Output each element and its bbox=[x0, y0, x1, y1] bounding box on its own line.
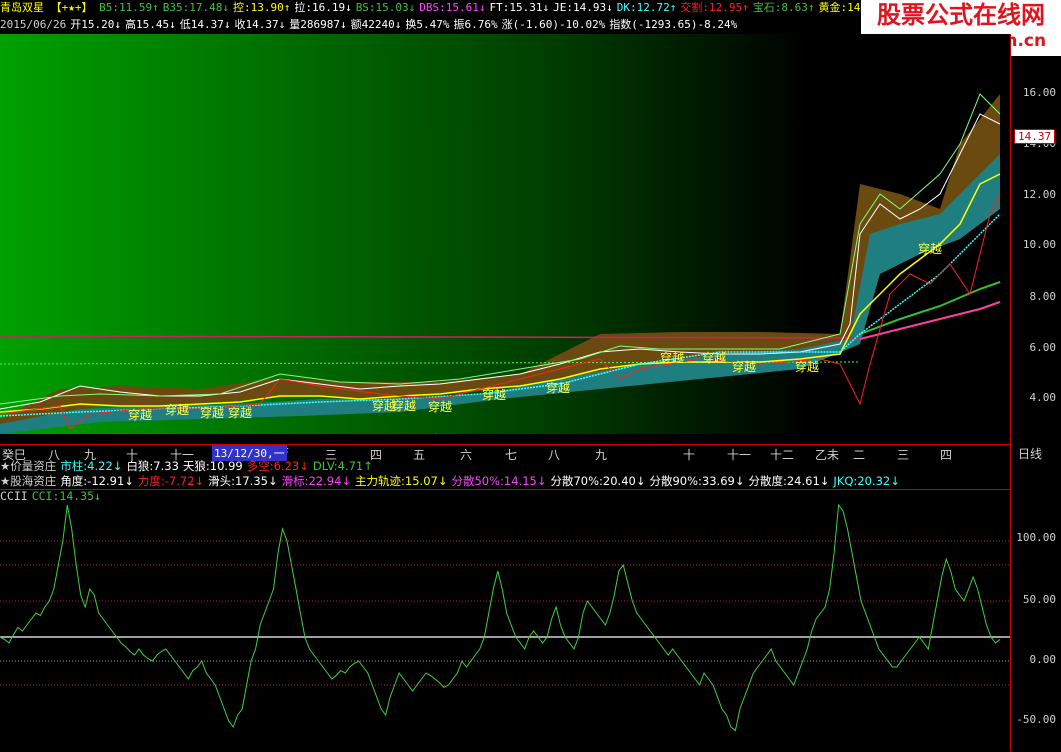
crossover-label-12: 穿越 bbox=[795, 359, 819, 374]
ind1-item-3: 天狼:10.99 bbox=[182, 459, 243, 473]
ohlc-item-3: 低14.37↓ bbox=[179, 18, 231, 31]
date-label-8: 五 bbox=[413, 448, 426, 462]
crossover-label-10: 穿越 bbox=[702, 350, 726, 365]
header-item-2: 控:13.90↑ bbox=[232, 1, 291, 14]
crossover-label-5: 穿越 bbox=[392, 398, 416, 413]
date-label-17: 二 bbox=[853, 448, 866, 462]
ind2-item-8: 分散90%:33.69↓ bbox=[649, 474, 745, 488]
cci-label-2: 0.00 bbox=[1029, 653, 1057, 666]
ind1-item-4: 多空:6.23↓ bbox=[246, 459, 309, 473]
ind2-item-5: 主力轨迹:15.07↓ bbox=[355, 474, 448, 488]
crossover-label-11: 穿越 bbox=[732, 359, 756, 374]
stock-header-line1: 青岛双星 【+★+】 B5:11.59↑ B35:17.48↓ 控:13.90↑ 拉:… bbox=[0, 0, 860, 16]
header-item-10: 宝石:8.63↑ bbox=[752, 1, 815, 14]
header-item-5: DBS:15.61↓ bbox=[419, 1, 486, 14]
price-label-5: 6.00 bbox=[1029, 341, 1057, 354]
ohlc-item-4: 收14.37↓ bbox=[234, 18, 286, 31]
stock-star-marker: 【+★+】 bbox=[50, 1, 93, 14]
cci-label-0: 100.00 bbox=[1016, 531, 1056, 544]
date-label-18: 三 bbox=[897, 448, 910, 462]
ohlc-item-6: 额42240↓ bbox=[350, 18, 402, 31]
date-label-15: 十二 bbox=[770, 448, 795, 462]
stock-title: 青岛双星 bbox=[0, 1, 44, 14]
stock-header-line2: 2015/06/26 开15.20↓ 高15.45↓ 低14.37↓ 收14.37↓ 量2… bbox=[0, 17, 860, 33]
indicator-line-1: ★价量资庄 市柱:4.22↓ 白狼:7.33 天狼:10.99 多空:6.23↓ DLV:… bbox=[0, 459, 377, 474]
date-label-13: 十 bbox=[683, 448, 696, 462]
ohlc-item-5: 量286987↓ bbox=[289, 18, 347, 31]
cci-gridlines bbox=[0, 540, 1010, 686]
ind2-item-4: 滑标:22.94↓ bbox=[281, 474, 352, 488]
ind2-item-10: JKQ:20.32↓ bbox=[833, 474, 900, 488]
ohlc-item-2: 高15.45↓ bbox=[124, 18, 176, 31]
ohlc-values: 2015/06/26 开15.20↓ 高15.45↓ 低14.37↓ 收14.37↓ 量2… bbox=[0, 18, 741, 31]
price-label-2: 12.00 bbox=[1022, 188, 1056, 201]
period-tab-daily[interactable]: 日线 bbox=[1018, 445, 1042, 462]
cci-line bbox=[0, 503, 1001, 732]
watermark-title: 股票公式在线网 bbox=[877, 1, 1045, 29]
crossover-label-3: 穿越 bbox=[228, 405, 252, 420]
crossover-label-2: 穿越 bbox=[200, 405, 224, 420]
ohlc-item-8: 振6.76% bbox=[453, 18, 498, 31]
date-label-19: 四 bbox=[940, 448, 953, 462]
ohlc-item-1: 开15.20↓ bbox=[70, 18, 121, 31]
cci-label-1: 50.00 bbox=[1022, 593, 1056, 606]
ind1-item-1: 市柱:4.22↓ bbox=[60, 459, 123, 473]
date-label-10: 七 bbox=[505, 448, 518, 462]
axis-divider bbox=[1010, 34, 1011, 751]
price-label-4: 8.00 bbox=[1029, 290, 1057, 303]
header-item-4: BS:15.03↓ bbox=[355, 1, 416, 14]
header-item-7: JE:14.93↓ bbox=[553, 1, 613, 14]
ind2-item-3: 滑头:17.35↓ bbox=[208, 474, 278, 488]
header-indicator-values: B5:11.59↑ B35:17.48↓ 控:13.90↑ 拉:16.19↓ BS:15… bbox=[99, 1, 860, 14]
ohlc-item-9: 涨(-1.60)-10.02% bbox=[501, 18, 606, 31]
crossover-label-8: 穿越 bbox=[546, 380, 570, 395]
crossover-label-7: 穿越 bbox=[482, 387, 506, 402]
header-item-11: 黄金:14 bbox=[818, 1, 860, 14]
ind2-item-0: ★股海资庄 bbox=[0, 474, 57, 488]
crossover-label-6: 穿越 bbox=[428, 399, 452, 414]
date-label-11: 八 bbox=[548, 448, 561, 462]
ohlc-item-7: 换5.47% bbox=[405, 18, 450, 31]
crossover-label-0: 穿越 bbox=[128, 407, 152, 422]
crossover-label-13: 穿越 bbox=[918, 241, 942, 256]
header-item-0: B5:11.59↑ bbox=[99, 1, 159, 14]
cci-chart[interactable] bbox=[0, 489, 1010, 752]
price-chart[interactable]: 穿越穿越穿越穿越穿越穿越穿越穿越穿越穿越穿越穿越穿越穿越 $ bbox=[0, 34, 1010, 434]
price-label-6: 4.00 bbox=[1029, 391, 1057, 404]
ind2-item-2: 力度:-7.72↓ bbox=[137, 474, 205, 488]
header-item-3: 拉:16.19↓ bbox=[294, 1, 352, 14]
header-item-6: FT:15.31↓ bbox=[489, 1, 550, 14]
ind1-item-0: ★价量资庄 bbox=[0, 459, 57, 473]
crossover-label-1: 穿越 bbox=[165, 402, 189, 417]
date-label-14: 十一 bbox=[727, 448, 752, 462]
price-label-3: 10.00 bbox=[1022, 238, 1056, 251]
ind2-item-7: 分散70%:20.40↓ bbox=[550, 474, 646, 488]
ind1-item-5: DLV:4.71↑ bbox=[312, 459, 373, 473]
ind1-item-2: 白狼:7.33 bbox=[126, 459, 179, 473]
header-item-9: 交割:12.95↑ bbox=[680, 1, 749, 14]
cci-label-3: -50.00 bbox=[1016, 713, 1056, 726]
s-marker: $ bbox=[432, 431, 439, 434]
header-item-8: DK:12.72↑ bbox=[616, 1, 677, 14]
ohlc-item-10: 指数(-1293.65)-8.24% bbox=[609, 18, 738, 31]
ohlc-item-0: 2015/06/26 bbox=[0, 18, 67, 31]
ind2-item-9: 分散度:24.61↓ bbox=[748, 474, 830, 488]
current-price-tag: 14.37 bbox=[1014, 129, 1056, 144]
ind2-item-6: 分散50%:14.15↓ bbox=[451, 474, 547, 488]
ind2-item-1: 角度:-12.91↓ bbox=[60, 474, 134, 488]
crossover-label-9: 穿越 bbox=[660, 350, 684, 365]
indicator-line-2: ★股海资庄 角度:-12.91↓ 力度:-7.72↓ 滑头:17.35↓ 滑标:22.9… bbox=[0, 474, 904, 489]
date-label-16: 乙未 bbox=[815, 448, 840, 462]
date-label-9: 六 bbox=[460, 448, 473, 462]
price-label-0: 16.00 bbox=[1022, 86, 1056, 99]
date-label-12: 九 bbox=[595, 448, 608, 462]
header-item-1: B35:17.48↓ bbox=[162, 1, 229, 14]
